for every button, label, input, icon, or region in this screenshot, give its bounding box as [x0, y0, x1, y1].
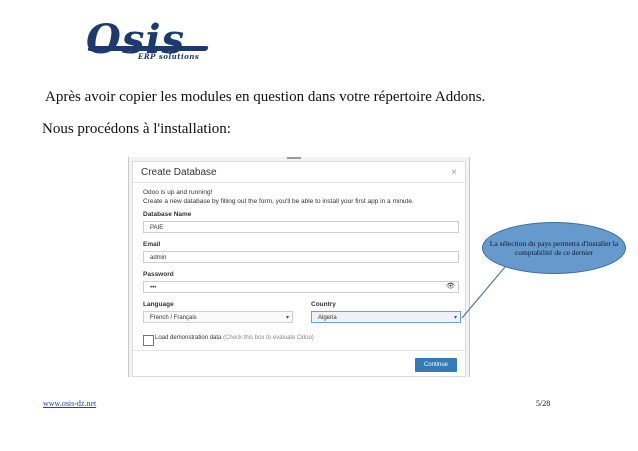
page-number: 5/28	[536, 399, 551, 408]
callout-bubble: La sélection du pays permetra d'installe…	[482, 222, 626, 274]
website-link[interactable]: www.osis-dz.net	[43, 399, 96, 408]
